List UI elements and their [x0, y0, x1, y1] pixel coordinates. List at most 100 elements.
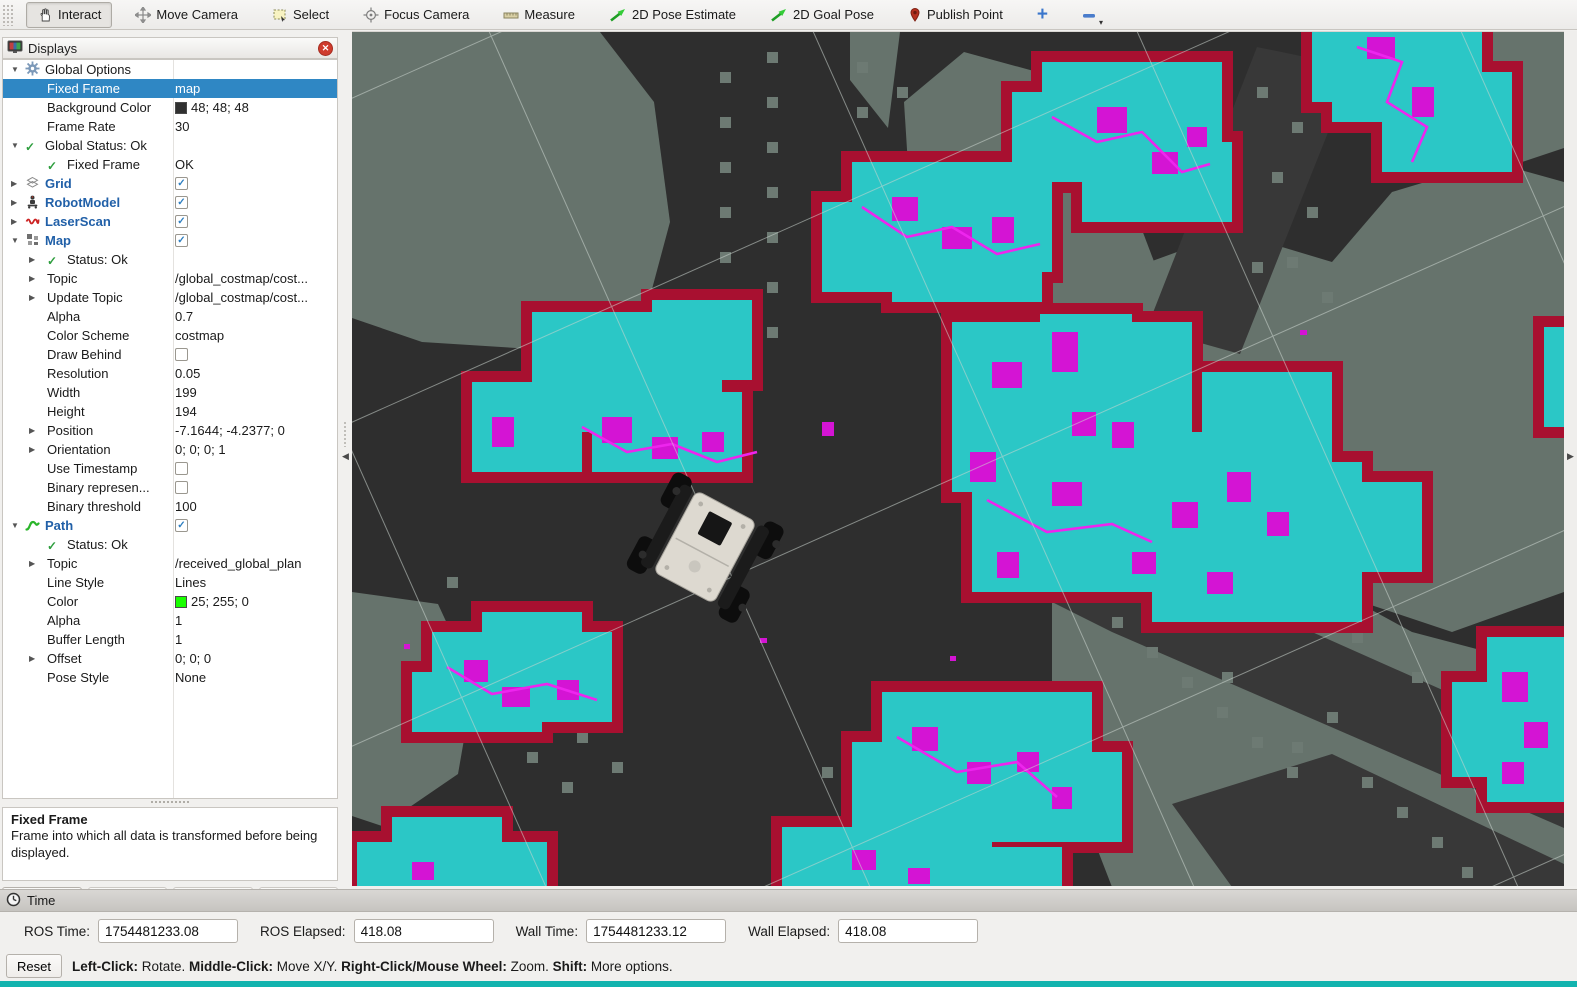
collapsed-arrow-icon[interactable]: ▶	[11, 212, 17, 231]
tool-measure[interactable]: Measure	[492, 2, 586, 28]
tool-[interactable]: +	[1026, 2, 1059, 28]
row-value[interactable]: 48; 48; 48	[175, 98, 249, 117]
tree-row-status-ok[interactable]: ▶✓Status: Ok	[3, 250, 337, 269]
row-value[interactable]: OK	[175, 155, 194, 174]
row-value[interactable]: -7.1644; -4.2377; 0	[175, 421, 285, 440]
unchecked-checkbox[interactable]	[175, 348, 188, 361]
row-value[interactable]: None	[175, 668, 206, 687]
row-value[interactable]: ✓	[175, 516, 188, 535]
row-value[interactable]: 100	[175, 497, 197, 516]
tree-row-alpha[interactable]: Alpha0.7	[3, 307, 337, 326]
unchecked-checkbox[interactable]	[175, 462, 188, 475]
tree-row-position[interactable]: ▶Position-7.1644; -4.2377; 0	[3, 421, 337, 440]
tree-row-map[interactable]: ▼Map✓	[3, 231, 337, 250]
tree-row-global-status-ok[interactable]: ▼✓Global Status: Ok	[3, 136, 337, 155]
more-tools-arrow-icon[interactable]: ▾	[1099, 18, 1103, 27]
row-value[interactable]: ✓	[175, 193, 188, 212]
tree-row-global-options[interactable]: ▼Global Options	[3, 60, 337, 79]
row-value[interactable]: ✓	[175, 212, 188, 231]
collapsed-arrow-icon[interactable]: ▶	[29, 269, 35, 288]
tree-row-line-style[interactable]: Line StyleLines	[3, 573, 337, 592]
toolbar-grip[interactable]	[2, 4, 14, 26]
checked-checkbox[interactable]: ✓	[175, 519, 188, 532]
ros-elapsed-input[interactable]	[354, 919, 494, 943]
row-value[interactable]: map	[175, 79, 200, 98]
collapsed-arrow-icon[interactable]: ▶	[29, 250, 35, 269]
tree-row-fixed-frame[interactable]: Fixed Framemap	[3, 79, 337, 98]
tree-row-draw-behind[interactable]: Draw Behind	[3, 345, 337, 364]
tree-row-pose-style[interactable]: Pose StyleNone	[3, 668, 337, 687]
wall-time-input[interactable]	[586, 919, 726, 943]
collapsed-arrow-icon[interactable]: ▶	[29, 440, 35, 459]
row-value[interactable]: /received_global_plan	[175, 554, 301, 573]
costmap-3d-view[interactable]	[352, 32, 1564, 886]
right-splitter[interactable]: ▶	[1564, 31, 1577, 886]
tree-row-binary-threshold[interactable]: Binary threshold100	[3, 497, 337, 516]
tree-row-laserscan[interactable]: ▶LaserScan✓	[3, 212, 337, 231]
tool-focus-camera[interactable]: Focus Camera	[352, 2, 480, 28]
collapse-left-icon[interactable]: ◀	[342, 451, 349, 462]
row-value[interactable]: 199	[175, 383, 197, 402]
tool-interact[interactable]: Interact	[26, 2, 112, 28]
tool-2d-pose-estimate[interactable]: 2D Pose Estimate	[598, 2, 747, 28]
row-value[interactable]	[175, 459, 188, 478]
unchecked-checkbox[interactable]	[175, 481, 188, 494]
reset-button[interactable]: Reset	[6, 954, 62, 978]
tree-row-topic[interactable]: ▶Topic/received_global_plan	[3, 554, 337, 573]
row-value[interactable]: ✓	[175, 231, 188, 250]
tree-row-frame-rate[interactable]: Frame Rate30	[3, 117, 337, 136]
checked-checkbox[interactable]: ✓	[175, 234, 188, 247]
tree-row-fixed-frame[interactable]: ✓Fixed FrameOK	[3, 155, 337, 174]
checked-checkbox[interactable]: ✓	[175, 196, 188, 209]
tree-row-color[interactable]: Color25; 255; 0	[3, 592, 337, 611]
collapsed-arrow-icon[interactable]: ▶	[11, 174, 17, 193]
expanded-arrow-icon[interactable]: ▼	[11, 231, 19, 250]
row-value[interactable]: /global_costmap/cost...	[175, 288, 308, 307]
tree-row-height[interactable]: Height194	[3, 402, 337, 421]
collapse-right-icon[interactable]: ▶	[1567, 451, 1574, 462]
tool-select[interactable]: Select	[261, 2, 340, 28]
tree-row-update-topic[interactable]: ▶Update Topic/global_costmap/cost...	[3, 288, 337, 307]
render-view[interactable]	[352, 31, 1564, 886]
ros-time-input[interactable]	[98, 919, 238, 943]
row-value[interactable]: costmap	[175, 326, 224, 345]
tree-row-robotmodel[interactable]: ▶RobotModel✓	[3, 193, 337, 212]
tool-[interactable]: ▾	[1071, 2, 1114, 28]
displays-titlebar[interactable]: Displays ✕	[2, 37, 338, 59]
tree-row-status-ok[interactable]: ✓Status: Ok	[3, 535, 337, 554]
left-splitter[interactable]: ◀	[340, 31, 352, 885]
collapsed-arrow-icon[interactable]: ▶	[29, 288, 35, 307]
row-value[interactable]: 0; 0; 0; 1	[175, 440, 226, 459]
row-value[interactable]: 0; 0; 0	[175, 649, 211, 668]
tree-row-topic[interactable]: ▶Topic/global_costmap/cost...	[3, 269, 337, 288]
row-value[interactable]	[175, 345, 188, 364]
row-value[interactable]: 1	[175, 611, 182, 630]
row-value[interactable]: 0.05	[175, 364, 200, 383]
tool-2d-goal-pose[interactable]: 2D Goal Pose	[759, 2, 885, 28]
tree-row-resolution[interactable]: Resolution0.05	[3, 364, 337, 383]
expanded-arrow-icon[interactable]: ▼	[11, 60, 19, 79]
row-value[interactable]: 194	[175, 402, 197, 421]
time-panel-header[interactable]: Time	[0, 889, 1577, 912]
tree-row-width[interactable]: Width199	[3, 383, 337, 402]
tree-row-background-color[interactable]: Background Color48; 48; 48	[3, 98, 337, 117]
tree-row-color-scheme[interactable]: Color Schemecostmap	[3, 326, 337, 345]
tree-row-alpha[interactable]: Alpha1	[3, 611, 337, 630]
tree-row-orientation[interactable]: ▶Orientation0; 0; 0; 1	[3, 440, 337, 459]
expanded-arrow-icon[interactable]: ▼	[11, 136, 19, 155]
tool-publish-point[interactable]: Publish Point	[897, 2, 1014, 28]
expanded-arrow-icon[interactable]: ▼	[11, 516, 19, 535]
checked-checkbox[interactable]: ✓	[175, 177, 188, 190]
checked-checkbox[interactable]: ✓	[175, 215, 188, 228]
row-value[interactable]	[175, 478, 188, 497]
tree-splitter-handle[interactable]	[150, 800, 190, 805]
collapsed-arrow-icon[interactable]: ▶	[29, 421, 35, 440]
row-value[interactable]: /global_costmap/cost...	[175, 269, 308, 288]
close-icon[interactable]: ✕	[318, 41, 333, 56]
row-value[interactable]: Lines	[175, 573, 206, 592]
tree-row-binary-represen[interactable]: Binary represen...	[3, 478, 337, 497]
row-value[interactable]: 0.7	[175, 307, 193, 326]
tree-row-use-timestamp[interactable]: Use Timestamp	[3, 459, 337, 478]
collapsed-arrow-icon[interactable]: ▶	[29, 649, 35, 668]
row-value[interactable]: ✓	[175, 174, 188, 193]
